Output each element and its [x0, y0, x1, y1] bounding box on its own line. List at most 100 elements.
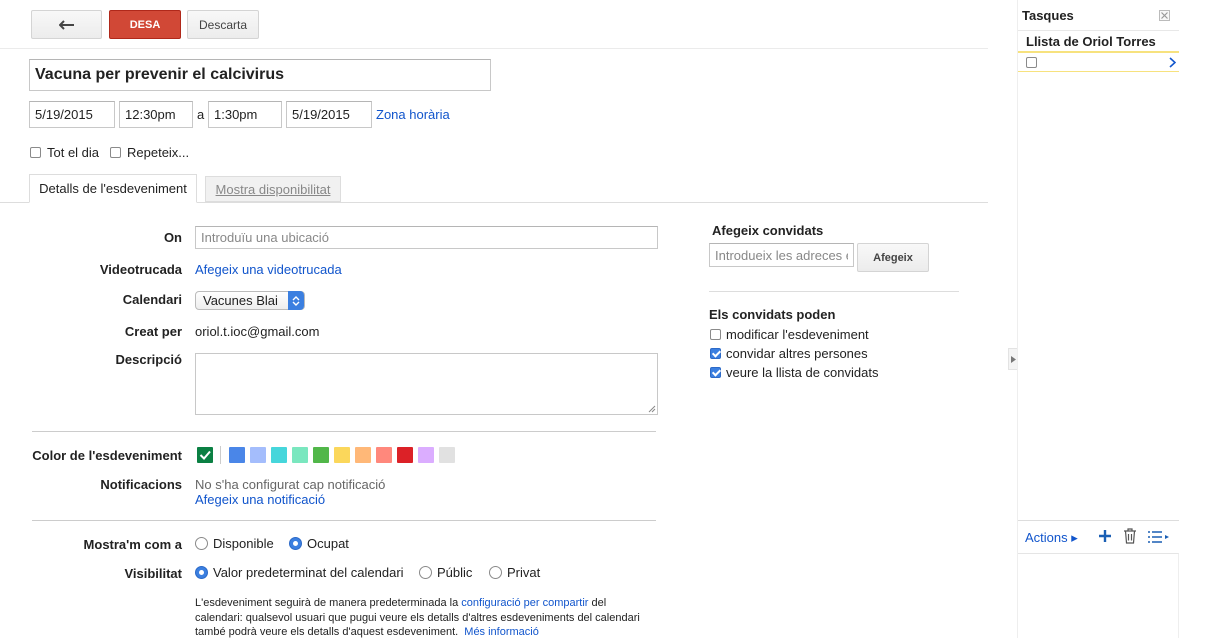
tasks-actions-menu[interactable]: Actions ▸: [1025, 530, 1078, 546]
back-button[interactable]: [31, 10, 102, 39]
perm-invite-option[interactable]: convidar altres persones: [710, 346, 868, 361]
list-menu-icon: [1148, 531, 1169, 543]
more-info-link[interactable]: Més informació: [464, 626, 539, 638]
list-options-button[interactable]: [1147, 530, 1171, 544]
show-as-busy-option[interactable]: Ocupat: [289, 536, 349, 551]
event-title-input[interactable]: Vacuna per prevenir el calcivirus: [29, 59, 491, 91]
tasks-footer-divider: [1018, 520, 1179, 521]
color-swatch[interactable]: [376, 447, 392, 463]
description-textarea[interactable]: [195, 353, 658, 415]
color-swatch[interactable]: [355, 447, 371, 463]
checkmark-icon: [199, 450, 211, 460]
notifications-empty-text: No s'ha configurat cap notificació: [195, 477, 386, 492]
guest-email-input[interactable]: Introdueix les adreces e: [709, 243, 854, 267]
perm-modify-label: modificar l'esdeveniment: [726, 327, 869, 342]
visibility-public-label: Públic: [437, 565, 473, 580]
created-by-value: oriol.t.ioc@gmail.com: [195, 324, 320, 339]
add-guest-button[interactable]: Afegeix: [857, 243, 929, 272]
close-icon: [1161, 12, 1168, 19]
visibility-private-radio[interactable]: [489, 566, 502, 579]
visibility-note-text-2: del: [591, 597, 607, 609]
color-swatch[interactable]: [292, 447, 308, 463]
visibility-note-text-3: calendari: qualsevol usuari que pugui ve…: [195, 611, 640, 624]
start-time-input[interactable]: 12:30pm: [119, 101, 193, 128]
tab-availability-label: Mostra disponibilitat: [215, 181, 331, 197]
close-tasks-button[interactable]: [1159, 10, 1170, 21]
add-notification-link[interactable]: Afegeix una notificació: [195, 492, 325, 507]
resize-handle-icon[interactable]: [647, 404, 656, 413]
color-swatch[interactable]: [313, 447, 329, 463]
sharing-settings-link[interactable]: configuració per compartir: [461, 597, 588, 609]
guests-divider: [709, 291, 959, 292]
tab-event-details[interactable]: Detalls de l'esdeveniment: [29, 174, 197, 203]
calendar-label: Calendari: [122, 292, 182, 307]
tasks-title: Tasques: [1022, 8, 1074, 23]
start-date-text: 5/19/2015: [35, 107, 93, 122]
show-as-free-option[interactable]: Disponible: [195, 536, 274, 551]
calendar-select[interactable]: Vacunes Blai: [195, 291, 305, 310]
color-swatch-selected[interactable]: [197, 447, 213, 463]
add-video-link[interactable]: Afegeix una videotrucada: [195, 262, 342, 277]
toolbar-divider: [0, 48, 988, 49]
visibility-default-option[interactable]: Valor predeterminat del calendari: [195, 565, 404, 580]
calendar-select-value: Vacunes Blai: [203, 293, 278, 308]
where-placeholder: Introduïu una ubicació: [201, 230, 329, 245]
video-label: Videotrucada: [99, 262, 182, 277]
color-swatch[interactable]: [397, 447, 413, 463]
guest-permissions-title: Els convidats poden: [709, 307, 836, 322]
delete-task-button[interactable]: [1123, 528, 1139, 546]
visibility-default-radio[interactable]: [195, 566, 208, 579]
where-label: On: [163, 230, 182, 245]
trash-icon: [1124, 528, 1136, 544]
repeat-checkbox[interactable]: [110, 147, 121, 158]
notifications-label: Notificacions: [100, 477, 182, 492]
section-divider-1: [32, 431, 656, 432]
perm-see-list-option[interactable]: veure la llista de convidats: [710, 365, 878, 380]
show-as-busy-radio[interactable]: [289, 537, 302, 550]
color-swatch[interactable]: [271, 447, 287, 463]
show-as-free-radio[interactable]: [195, 537, 208, 550]
event-title-text: Vacuna per prevenir el calcivirus: [35, 66, 285, 83]
arrow-left-icon: [58, 19, 74, 30]
color-swatch[interactable]: [250, 447, 266, 463]
visibility-public-radio[interactable]: [419, 566, 432, 579]
task-row[interactable]: [1018, 54, 1179, 72]
visibility-private-label: Privat: [507, 565, 541, 580]
color-swatch[interactable]: [418, 447, 434, 463]
visibility-public-option[interactable]: Públic: [419, 565, 472, 580]
task-checkbox[interactable]: [1026, 57, 1037, 68]
repeat-label: Repeteix...: [127, 145, 190, 160]
triangle-right-icon: [1010, 355, 1016, 363]
section-divider-2: [32, 520, 656, 521]
all-day-option[interactable]: Tot el dia: [30, 145, 99, 160]
tab-availability[interactable]: Mostra disponibilitat: [205, 176, 341, 202]
timezone-link[interactable]: Zona horària: [376, 107, 450, 122]
perm-modify-checkbox[interactable]: [710, 329, 721, 340]
end-time-input[interactable]: 1:30pm: [208, 101, 282, 128]
end-date-input[interactable]: 5/19/2015: [286, 101, 372, 128]
discard-button[interactable]: Descarta: [187, 10, 259, 39]
guest-email-placeholder: Introdueix les adreces e: [715, 247, 848, 263]
add-task-button[interactable]: [1098, 529, 1114, 545]
tasks-list-name: Llista de Oriol Torres: [1026, 33, 1156, 49]
start-time-text: 12:30pm: [125, 107, 176, 122]
show-as-busy-label: Ocupat: [307, 536, 349, 551]
repeat-option[interactable]: Repeteix...: [110, 145, 189, 160]
all-day-checkbox[interactable]: [30, 147, 41, 158]
perm-modify-option[interactable]: modificar l'esdeveniment: [710, 327, 869, 342]
chevron-right-icon[interactable]: [1169, 57, 1176, 68]
color-swatch[interactable]: [439, 447, 455, 463]
save-button[interactable]: DESA: [109, 10, 181, 39]
visibility-note: L'esdeveniment seguirà de manera predete…: [195, 596, 655, 640]
where-input[interactable]: Introduïu una ubicació: [195, 226, 658, 249]
perm-see-list-checkbox[interactable]: [710, 367, 721, 378]
add-guests-title: Afegeix convidats: [712, 223, 824, 238]
show-as-label: Mostra'm com a: [83, 537, 182, 552]
start-date-input[interactable]: 5/19/2015: [29, 101, 115, 128]
perm-invite-checkbox[interactable]: [710, 348, 721, 359]
visibility-private-option[interactable]: Privat: [489, 565, 540, 580]
to-label: a: [197, 107, 205, 122]
color-swatch[interactable]: [229, 447, 245, 463]
description-label: Descripció: [115, 352, 182, 367]
color-swatch[interactable]: [334, 447, 350, 463]
